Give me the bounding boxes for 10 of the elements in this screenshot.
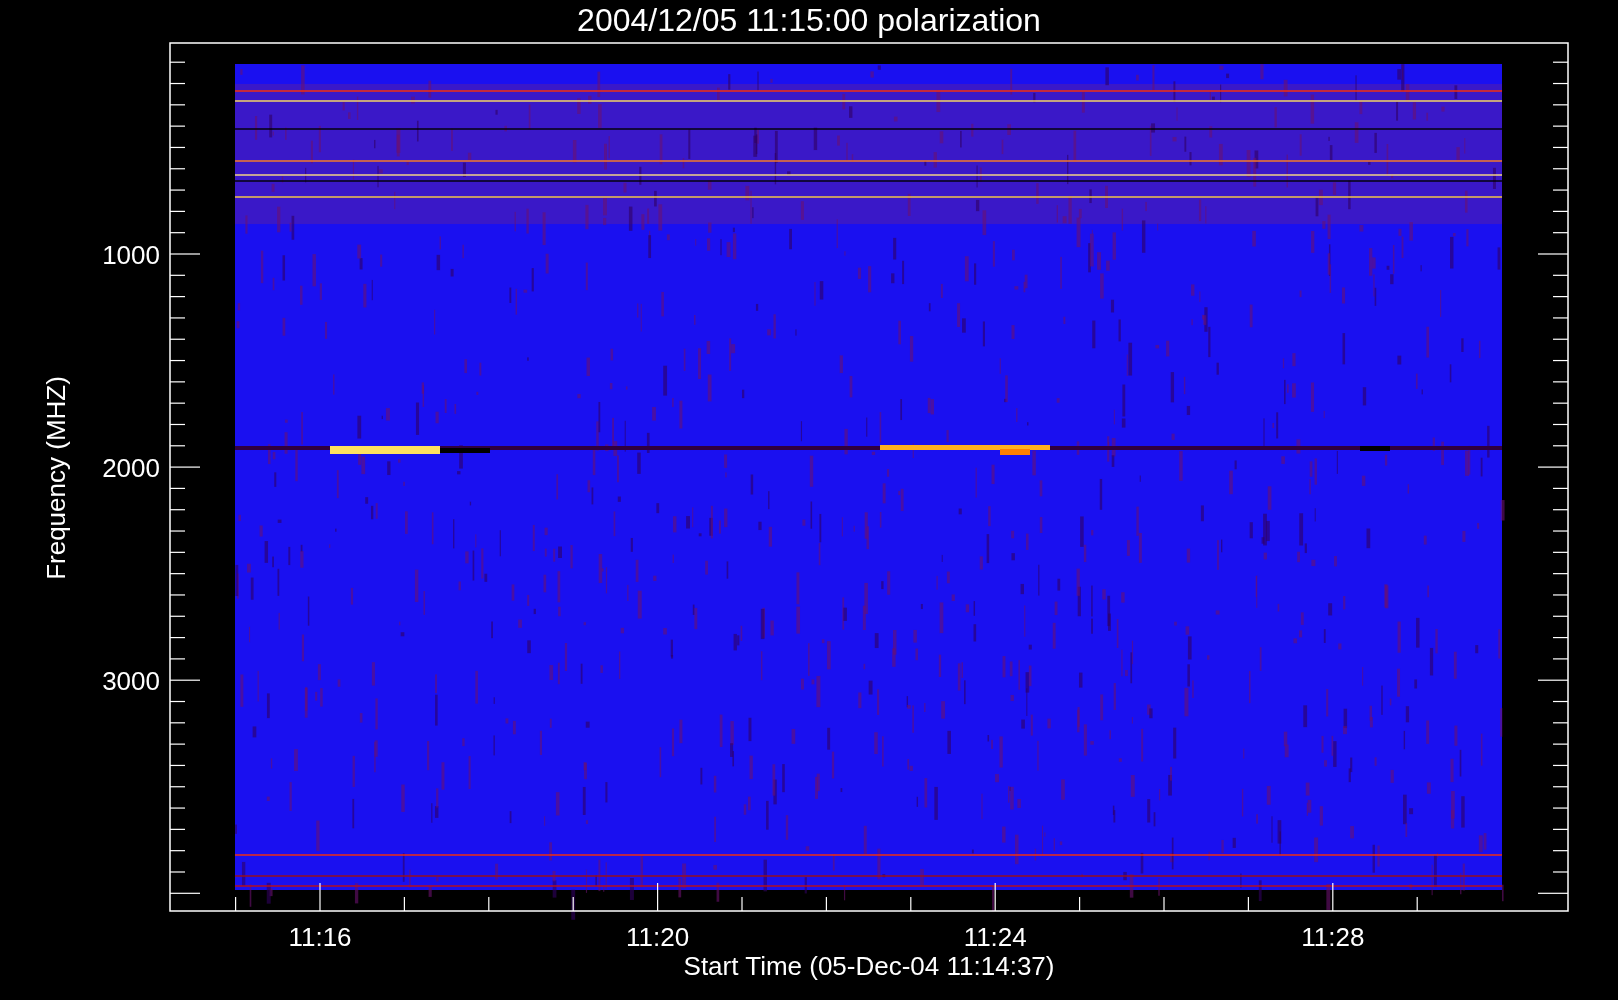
tick-label: 3000 — [102, 666, 160, 697]
tick-label: 1000 — [102, 240, 160, 270]
tick-label: 11:28 — [1301, 922, 1365, 952]
axis-title: Start Time (05-Dec-04 11:14:37) — [683, 951, 1055, 981]
tick-label: 11:24 — [963, 922, 1027, 952]
tick-label: 11:20 — [626, 922, 690, 952]
plot-title: 2004/12/05 11:15:00 polarization — [577, 2, 1041, 38]
tick-label: 2000 — [102, 453, 160, 484]
axis-title: Frequency (MHZ) — [41, 376, 71, 580]
tick-label: 11:16 — [288, 922, 352, 952]
